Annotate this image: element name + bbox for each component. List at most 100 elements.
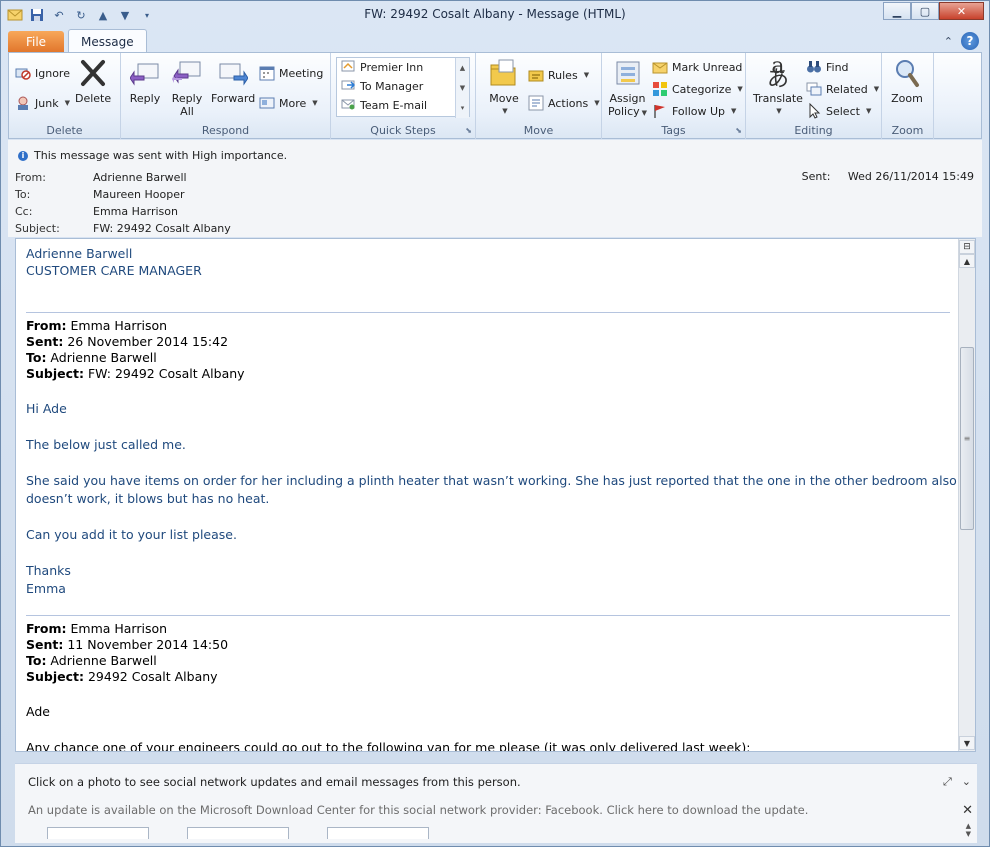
junk-label: Junk — [35, 96, 59, 110]
quick-step-team-email[interactable]: Team E-mail — [337, 96, 469, 115]
separator-line — [26, 312, 950, 313]
ribbon-tabs: File Message — [8, 29, 147, 53]
fwd1-from: From: Emma Harrison — [26, 318, 167, 333]
chevron-down-icon: ▼ — [737, 85, 743, 93]
follow-up-button[interactable]: Follow Up ▼ — [652, 101, 736, 121]
find-button[interactable]: Find — [806, 57, 849, 77]
maximize-button[interactable]: ▢ — [911, 2, 939, 20]
people-tab[interactable] — [187, 827, 289, 839]
expand-pane-icon[interactable]: ⤢ — [943, 775, 952, 789]
translate-icon: aあ — [766, 54, 789, 92]
forward-label: Forward — [211, 92, 256, 105]
people-pane-prompt: Click on a photo to see social network u… — [28, 775, 521, 789]
zoom-button[interactable]: Zoom — [891, 57, 923, 105]
close-notice-icon[interactable]: ✕ — [962, 803, 973, 818]
scroll-down-icon[interactable]: ▼ — [460, 84, 465, 92]
from-value[interactable]: Adrienne Barwell — [93, 171, 187, 184]
collapse-ribbon-icon[interactable]: ⌃ — [944, 35, 953, 48]
collapse-pane-icon[interactable]: ⌄ — [962, 775, 971, 789]
cursor-icon — [806, 103, 822, 119]
junk-button[interactable]: Junk ▼ — [15, 93, 70, 113]
scroll-split-icon[interactable]: ⊟ — [959, 240, 975, 254]
actions-icon — [528, 95, 544, 111]
forward-icon — [217, 57, 249, 89]
importance-infobar: i This message was sent with High import… — [18, 149, 287, 162]
actions-button[interactable]: Actions ▼ — [528, 93, 600, 113]
fwd2-to: To: Adrienne Barwell — [26, 653, 157, 668]
vertical-scrollbar[interactable]: ⊟ ▲ ≡ ▼ — [958, 239, 975, 751]
quick-step-label: To Manager — [360, 80, 424, 93]
quick-step-to-manager[interactable]: To Manager — [337, 77, 469, 96]
fwd1-subject-label: Subject: — [26, 366, 84, 381]
move-button[interactable]: Move ▼ — [488, 57, 520, 118]
categorize-button[interactable]: Categorize ▼ — [652, 79, 743, 99]
from-label: From: — [15, 171, 46, 184]
scroll-down-icon[interactable]: ▼ — [959, 736, 975, 750]
minimize-button[interactable]: ▁ — [883, 2, 911, 20]
follow-up-label: Follow Up — [672, 104, 726, 118]
window-title: FW: 29492 Cosalt Albany - Message (HTML) — [364, 7, 626, 21]
rules-label: Rules — [548, 68, 578, 82]
group-editing: aあ Translate ▼ Find Related ▼ Select ▼ E… — [746, 53, 882, 139]
chevron-down-icon: ▼ — [865, 107, 872, 115]
info-icon: i — [18, 150, 28, 161]
people-pane-scroll[interactable]: ▲ ▼ — [966, 822, 971, 838]
fwd2-sent-label: Sent: — [26, 637, 64, 652]
quick-step-icon — [341, 59, 355, 76]
tab-message[interactable]: Message — [68, 29, 147, 53]
forward-button[interactable]: Forward — [211, 57, 255, 105]
people-pane-update-notice[interactable]: An update is available on the Microsoft … — [28, 803, 808, 817]
more-respond-button[interactable]: More ▼ — [259, 93, 318, 113]
paragraph-3: Can you add it to your list please. — [26, 527, 237, 542]
rules-button[interactable]: Rules ▼ — [528, 65, 589, 85]
tab-file[interactable]: File — [8, 31, 64, 53]
scroll-up-icon[interactable]: ▲ — [460, 64, 465, 72]
message-body[interactable]: Adrienne Barwell CUSTOMER CARE MANAGER F… — [15, 238, 976, 752]
ignore-button[interactable]: Ignore — [15, 63, 70, 83]
scrollbar-thumb[interactable]: ≡ — [960, 347, 974, 530]
fwd1-to-value: Adrienne Barwell — [46, 350, 157, 365]
quick-step-label: Premier Inn — [360, 61, 424, 74]
delete-button[interactable]: Delete — [75, 57, 111, 105]
outlook-message-window: ↶ ↻ ▲ ▼ ▾ FW: 29492 Cosalt Albany - Mess… — [0, 0, 990, 847]
reply-all-button[interactable]: Reply All — [171, 57, 203, 118]
mark-unread-button[interactable]: Mark Unread — [652, 57, 742, 77]
reply-button[interactable]: Reply — [129, 57, 161, 105]
assign-policy-button[interactable]: Assign Policy ▼ — [608, 57, 647, 120]
help-icon[interactable]: ? — [961, 32, 979, 50]
related-button[interactable]: Related ▼ — [806, 79, 879, 99]
ignore-label: Ignore — [35, 66, 70, 80]
help-area: ⌃ ? — [944, 32, 979, 50]
quick-step-premier-inn[interactable]: Premier Inn — [337, 58, 469, 77]
subject-label: Subject: — [15, 222, 60, 235]
to-manager-icon — [341, 78, 356, 95]
assign-policy-label-2: Policy — [608, 105, 640, 118]
fwd1-from-label: From: — [26, 318, 67, 333]
sign-off-emma: Emma — [26, 581, 66, 596]
close-button[interactable]: ✕ — [939, 2, 984, 20]
chevron-down-icon: ▼ — [64, 99, 70, 107]
signature-title: CUSTOMER CARE MANAGER — [26, 263, 202, 278]
to-value[interactable]: Maureen Hooper — [93, 188, 185, 201]
quick-steps-scroll[interactable]: ▲ ▼ ▾ — [455, 58, 469, 118]
chevron-down-icon: ▼ — [776, 107, 782, 115]
people-pane-tabs — [47, 827, 429, 839]
select-button[interactable]: Select ▼ — [806, 101, 871, 121]
cc-value[interactable]: Emma Harrison — [93, 205, 178, 218]
to-label: To: — [15, 188, 31, 201]
meeting-button[interactable]: Meeting — [259, 63, 323, 83]
meeting-label: Meeting — [279, 66, 324, 80]
scroll-up-icon[interactable]: ▲ — [959, 254, 975, 268]
expand-gallery-icon[interactable]: ▾ — [461, 104, 465, 112]
magnifier-icon — [891, 57, 923, 89]
translate-button[interactable]: aあ Translate ▼ — [753, 54, 803, 118]
translate-label: Translate — [753, 92, 803, 105]
people-tab[interactable] — [47, 827, 149, 839]
fwd1-subject: Subject: FW: 29492 Cosalt Albany — [26, 366, 245, 381]
people-pane: Click on a photo to see social network u… — [15, 763, 977, 843]
header-from-row: From: Adrienne Barwell — [15, 171, 187, 184]
actions-label: Actions — [548, 96, 589, 110]
group-label-delete: Delete — [46, 124, 83, 137]
paragraph-2-line-2: doesn’t work, it blows but has no heat. — [26, 491, 270, 506]
people-tab[interactable] — [327, 827, 429, 839]
